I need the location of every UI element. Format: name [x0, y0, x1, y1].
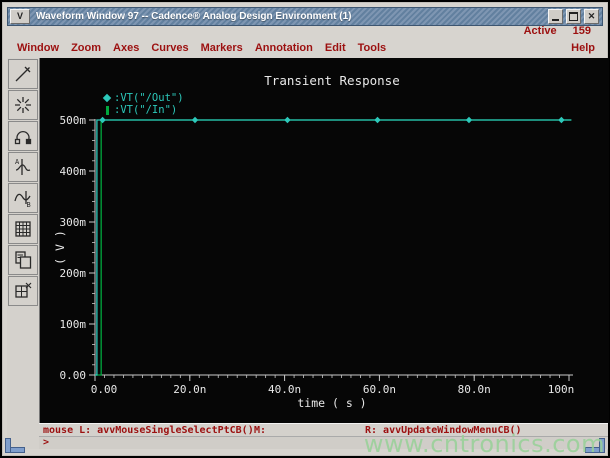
- resize-grip-bottom-right[interactable]: [585, 438, 605, 453]
- menu-curves[interactable]: Curves: [151, 42, 188, 54]
- active-status-row: Active 159: [7, 24, 603, 38]
- marker-b-icon: B: [14, 191, 31, 208]
- y-tick-label: 300m: [60, 216, 87, 229]
- window-title: Waveform Window 97 -- Cadence® Analog De…: [36, 11, 352, 22]
- menu-tools[interactable]: Tools: [358, 42, 387, 54]
- series-marker: [191, 116, 199, 124]
- active-label: Active: [523, 25, 557, 37]
- menu-markers[interactable]: Markers: [201, 42, 243, 54]
- command-prompt[interactable]: >: [39, 436, 608, 449]
- maximize-icon: [569, 12, 578, 21]
- x-tick-label: 60.0n: [363, 383, 396, 396]
- x-tick-label: 0.00: [91, 383, 118, 396]
- pen-tool-button[interactable]: [8, 59, 38, 89]
- series-marker: [284, 116, 291, 124]
- marker-a-icon: A: [15, 158, 31, 175]
- series-marker: [465, 116, 473, 124]
- cut-window-icon: [15, 282, 32, 298]
- waveform-window: V Waveform Window 97 -- Cadence® Analog …: [0, 0, 610, 458]
- mouse-right-binding: R: avvUpdateWindowMenuCB(): [365, 425, 522, 436]
- maximize-button[interactable]: [566, 9, 581, 24]
- grip-bar: [599, 438, 605, 453]
- plot-title: Transient Response: [264, 73, 399, 88]
- y-tick-label: 500m: [60, 114, 87, 127]
- active-count: 159: [572, 25, 591, 37]
- x-tick-label: 20.0n: [173, 383, 206, 396]
- copy-icon: [15, 251, 32, 269]
- zoom-fit-button[interactable]: [8, 90, 38, 120]
- mouse-bindings-bar: mouse L: avvMouseSingleSelectPtCB() M: R…: [39, 423, 608, 437]
- mouse-left-binding: mouse L: avvMouseSingleSelectPtCB(): [43, 425, 254, 436]
- minimize-icon: [552, 18, 559, 21]
- prompt-symbol: >: [43, 437, 50, 448]
- series-marker: [374, 116, 381, 124]
- menubar: Window Zoom Axes Curves Markers Annotati…: [7, 38, 603, 58]
- legend-item-in[interactable]: : VT("/In"): [104, 104, 184, 116]
- cut-window-button[interactable]: [8, 276, 38, 306]
- x-axis-label: time ( s ): [297, 396, 366, 410]
- x-tick-label: 40.0n: [268, 383, 301, 396]
- svg-text:A: A: [15, 158, 20, 166]
- y-tick-label: 100m: [60, 318, 87, 331]
- legend-item-out[interactable]: : VT("/Out"): [102, 92, 184, 104]
- series-line: [95, 119, 572, 376]
- plot-legend: : VT("/Out") : VT("/In"): [102, 92, 184, 116]
- legend-label-in: VT("/In"): [120, 104, 178, 116]
- menu-axes[interactable]: Axes: [113, 42, 139, 54]
- vbar-marker-icon: [106, 105, 109, 115]
- pen-icon: [15, 66, 31, 82]
- marker-b-button[interactable]: B: [8, 183, 38, 213]
- close-button[interactable]: ✕: [584, 9, 599, 24]
- left-toolbar: A B: [7, 58, 40, 449]
- copy-results-button[interactable]: [8, 245, 38, 275]
- mouse-middle-binding: M:: [254, 425, 267, 436]
- resize-grip-bottom-left[interactable]: [5, 438, 25, 453]
- arc-probe-button[interactable]: [8, 121, 38, 151]
- y-tick-label: 200m: [60, 267, 87, 280]
- marker-a-button[interactable]: A: [8, 152, 38, 182]
- minimize-button[interactable]: [548, 9, 563, 24]
- menu-zoom[interactable]: Zoom: [71, 42, 101, 54]
- grip-bar: [5, 438, 11, 453]
- series-line: [95, 119, 572, 376]
- diamond-marker-icon: [102, 93, 112, 103]
- series-marker: [558, 116, 565, 124]
- x-tick-label: 80.0n: [458, 383, 491, 396]
- legend-label-out: VT("/Out"): [120, 92, 184, 104]
- menu-window[interactable]: Window: [17, 42, 59, 54]
- calculator-icon: [15, 221, 31, 237]
- y-tick-label: 0.00: [60, 369, 87, 382]
- menu-help[interactable]: Help: [571, 42, 603, 54]
- menu-annotation[interactable]: Annotation: [255, 42, 313, 54]
- y-axis-label: ( V ): [53, 230, 67, 265]
- x-tick-label: 100n: [548, 383, 575, 396]
- plot-canvas[interactable]: 0.00 20.0n 40.0n 60.0n 80.0n 100n 0.00 100m 200m…: [39, 58, 609, 423]
- window-menu-button[interactable]: V: [10, 9, 30, 24]
- arc-probe-icon: [14, 130, 32, 145]
- close-icon: ✕: [587, 11, 596, 21]
- y-tick-label: 400m: [60, 165, 87, 178]
- window-frame: V Waveform Window 97 -- Cadence® Analog …: [2, 2, 609, 456]
- asterisk-zoom-icon: [15, 97, 31, 113]
- series-marker: [99, 116, 106, 124]
- svg-text:B: B: [27, 201, 31, 208]
- menu-edit[interactable]: Edit: [325, 42, 346, 54]
- calculator-button[interactable]: [8, 214, 38, 244]
